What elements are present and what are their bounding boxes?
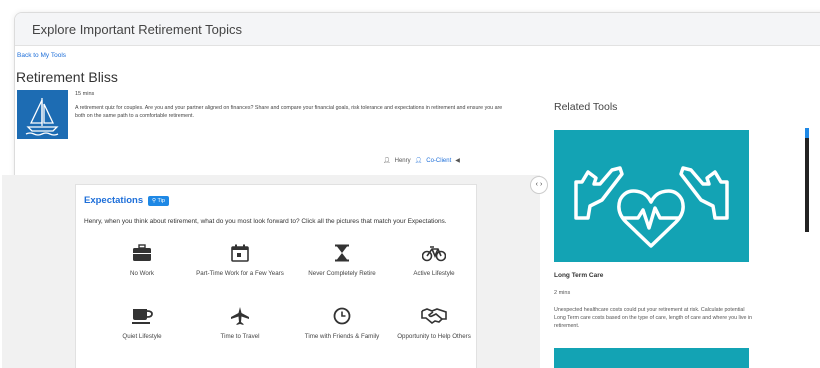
option-label: Time to Travel (220, 333, 260, 340)
option-friends-family[interactable]: Time with Friends & Family (297, 307, 387, 341)
user-co-client[interactable]: Co-Client (426, 158, 451, 164)
tip-button[interactable]: ⚲ Tip (148, 196, 169, 206)
tool-description: A retirement quiz for couples. Are you a… (75, 105, 503, 119)
option-help-others[interactable]: Opportunity to Help Others (389, 307, 479, 341)
chevron-right-icon: › (539, 181, 543, 188)
expectations-question: Henry, when you think about retirement, … (84, 218, 447, 225)
handshake-icon (421, 308, 447, 324)
airplane-icon (231, 307, 249, 325)
option-label: Time with Friends & Family (304, 333, 380, 340)
calendar-icon (231, 244, 249, 262)
option-label: Active Lifestyle (413, 270, 455, 277)
tool-duration: 15 mins (75, 91, 95, 97)
panel-header: Explore Important Retirement Topics (15, 13, 820, 46)
option-label: Part-Time Work for a Few Years (196, 270, 284, 277)
person-icon: 👤︎ (414, 158, 423, 164)
user-henry[interactable]: Henry (395, 158, 411, 164)
person-icon: 👤︎ (383, 158, 391, 164)
lightbulb-icon: ⚲ (152, 198, 157, 204)
option-never-retire[interactable]: Never Completely Retire (297, 244, 387, 278)
back-to-tools-link[interactable]: Back to My Tools (17, 52, 66, 59)
option-quiet-lifestyle[interactable]: Quiet Lifestyle (97, 307, 187, 341)
option-label: Never Completely Retire (308, 270, 376, 277)
related-tool-duration: 2 mins (554, 290, 571, 296)
heart-hands-icon (574, 166, 729, 248)
option-no-work[interactable]: No Work (97, 244, 187, 278)
option-time-to-travel[interactable]: Time to Travel (195, 307, 285, 341)
option-part-time-work[interactable]: Part-Time Work for a Few Years (195, 244, 285, 278)
option-label: No Work (130, 270, 154, 277)
option-label: Opportunity to Help Others (397, 333, 471, 340)
sailboat-hero-image (17, 90, 68, 139)
chevron-left-icon: ‹ (535, 181, 539, 188)
tip-label: Tip (157, 198, 165, 204)
related-tools-title: Related Tools (554, 101, 618, 113)
hourglass-icon (335, 244, 349, 262)
related-tool-description: Unexpected healthcare costs could put yo… (554, 307, 753, 329)
page-title: Retirement Bliss (16, 69, 118, 85)
edge-panel (805, 128, 809, 232)
user-switcher: 👤︎ Henry 👤︎ Co-Client ◀ (383, 157, 460, 165)
coffee-cup-icon (132, 309, 153, 324)
bicycle-icon (422, 246, 446, 262)
briefcase-icon (133, 244, 151, 261)
related-tool-image-next[interactable] (554, 348, 749, 368)
option-label: Quiet Lifestyle (122, 333, 162, 340)
clock-icon (333, 307, 351, 325)
collapse-arrow-icon[interactable]: ◀ (455, 157, 460, 164)
related-tool-image[interactable] (554, 130, 749, 262)
sailboat-icon (25, 98, 59, 136)
related-tool-name[interactable]: Long Term Care (554, 272, 603, 279)
carousel-toggle-button[interactable]: ‹ › (530, 176, 548, 194)
edge-panel-accent (805, 128, 809, 138)
option-active-lifestyle[interactable]: Active Lifestyle (389, 244, 479, 278)
expectations-title: Expectations (84, 195, 144, 206)
